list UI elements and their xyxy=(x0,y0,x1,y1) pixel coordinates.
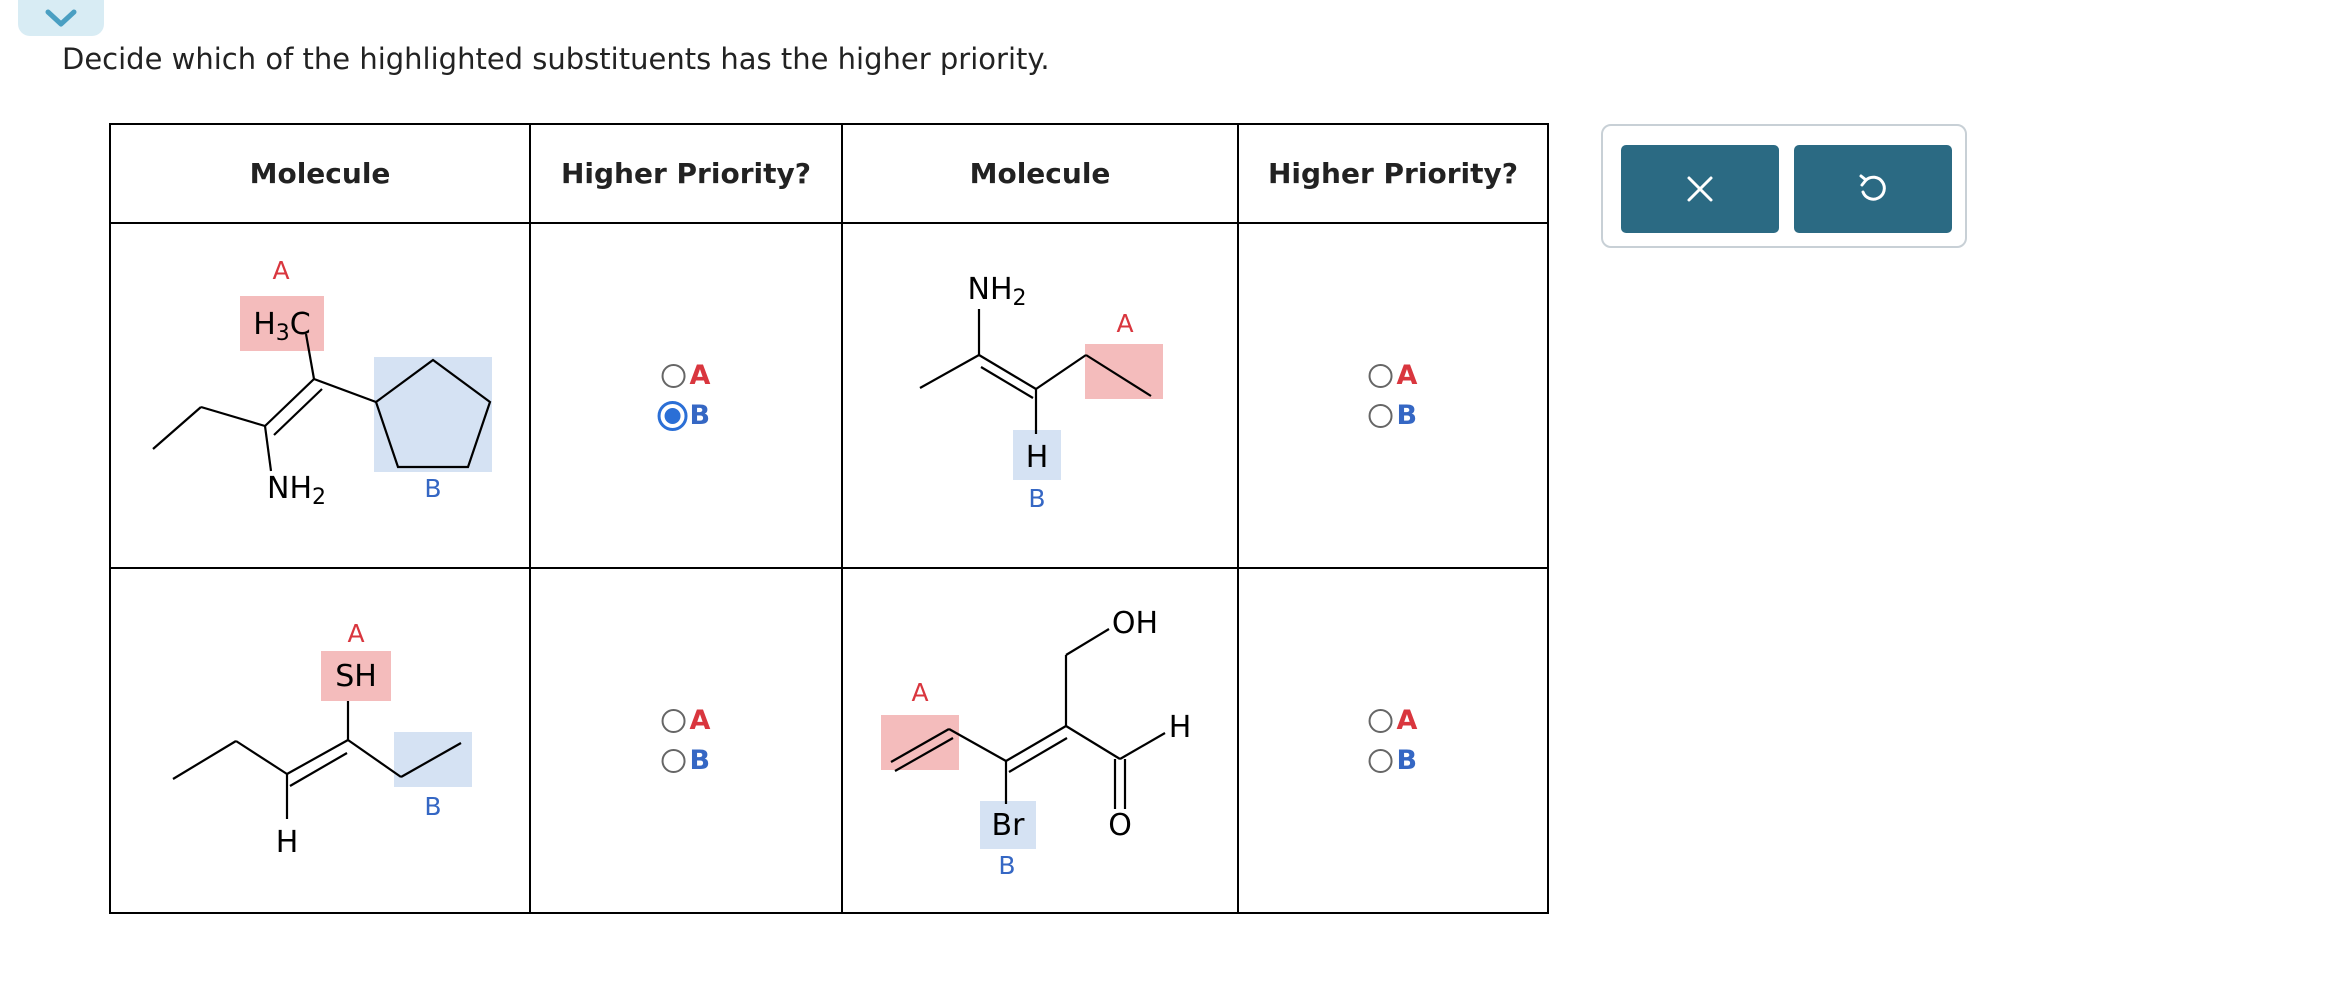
nh2-text: NH2 xyxy=(968,272,1027,311)
radio-circle[interactable] xyxy=(1368,403,1393,428)
radio-circle-selected[interactable] xyxy=(657,400,688,431)
header-priority-2: Higher Priority? xyxy=(1237,123,1549,224)
molecule-cell-1: A H3C NH2 B xyxy=(109,222,531,569)
label-b: B xyxy=(998,851,1015,880)
table-header-row: Molecule Higher Priority? Molecule Highe… xyxy=(109,123,1549,224)
option-label-b: B xyxy=(689,745,711,776)
action-panel xyxy=(1601,124,1967,248)
oh-text: OH xyxy=(1112,606,1158,641)
group-b-text: Br xyxy=(992,808,1026,843)
answer-cell-3: A B xyxy=(529,567,843,914)
radio-4a[interactable]: A xyxy=(1368,701,1418,741)
reset-button[interactable] xyxy=(1794,145,1952,233)
oxygen-text: O xyxy=(1108,808,1132,843)
radio-4b[interactable]: B xyxy=(1368,741,1418,781)
molecule-1-structure: A H3C NH2 B xyxy=(152,256,492,510)
highlight-b xyxy=(374,357,492,472)
priority-table: Molecule Higher Priority? Molecule Highe… xyxy=(109,123,1549,914)
answer-cell-4: A B xyxy=(1237,567,1549,914)
option-label-b: B xyxy=(689,400,711,431)
table-row: A SH B H A B A OH H Br O B A B xyxy=(109,567,1549,914)
option-label-b: B xyxy=(1396,400,1418,431)
nh2-text: NH2 xyxy=(267,471,326,510)
group-a-text: SH xyxy=(335,659,377,694)
radio-circle[interactable] xyxy=(1368,363,1393,388)
radio-1b[interactable]: B xyxy=(657,396,711,436)
molecule-cell-4: A OH H Br O B xyxy=(841,567,1239,914)
answer-group-2: A B xyxy=(1368,356,1418,436)
option-label-a: A xyxy=(689,705,711,736)
undo-icon xyxy=(1859,174,1886,201)
molecule-cell-3: A SH B H xyxy=(109,567,531,914)
option-label-a: A xyxy=(1396,705,1418,736)
question-prompt: Decide which of the highlighted substitu… xyxy=(62,42,1050,76)
answer-cell-2: A B xyxy=(1237,222,1549,569)
radio-circle[interactable] xyxy=(1368,748,1393,773)
clear-button[interactable] xyxy=(1621,145,1779,233)
group-b-text: H xyxy=(1026,440,1049,475)
collapse-tab[interactable] xyxy=(18,0,104,36)
molecule-3-structure: A SH B H xyxy=(172,619,472,860)
molecule-2-structure: NH2 A H B xyxy=(919,272,1163,513)
label-a: A xyxy=(911,678,928,707)
radio-circle[interactable] xyxy=(661,708,686,733)
option-label-a: A xyxy=(689,360,711,391)
label-a: A xyxy=(1116,309,1133,338)
header-priority-1: Higher Priority? xyxy=(529,123,843,224)
molecule-cell-2: NH2 A H B xyxy=(841,222,1239,569)
label-a: A xyxy=(272,256,289,285)
answer-group-1: A B xyxy=(657,356,711,436)
radio-2a[interactable]: A xyxy=(1368,356,1418,396)
highlight-a xyxy=(1085,344,1163,399)
answer-group-3: A B xyxy=(661,701,711,781)
label-a: A xyxy=(347,619,364,648)
radio-circle[interactable] xyxy=(661,363,686,388)
answer-group-4: A B xyxy=(1368,701,1418,781)
chevron-down-icon xyxy=(45,9,77,27)
radio-circle[interactable] xyxy=(1368,708,1393,733)
header-molecule-2: Molecule xyxy=(841,123,1239,224)
label-b: B xyxy=(1028,484,1045,513)
label-b: B xyxy=(424,474,441,503)
radio-2b[interactable]: B xyxy=(1368,396,1418,436)
radio-circle[interactable] xyxy=(661,748,686,773)
radio-3b[interactable]: B xyxy=(661,741,711,781)
radio-1a[interactable]: A xyxy=(661,356,711,396)
aldehyde-h-text: H xyxy=(1169,710,1192,745)
header-molecule-1: Molecule xyxy=(109,123,531,224)
option-label-b: B xyxy=(1396,745,1418,776)
label-b: B xyxy=(424,792,441,821)
h-text: H xyxy=(276,825,299,860)
option-label-a: A xyxy=(1396,360,1418,391)
answer-cell-1: A B xyxy=(529,222,843,569)
radio-3a[interactable]: A xyxy=(661,701,711,741)
x-icon xyxy=(1687,176,1713,202)
molecule-4-structure: A OH H Br O B xyxy=(881,606,1192,880)
table-row: A H3C NH2 B A B NH2 A H B A B xyxy=(109,222,1549,569)
